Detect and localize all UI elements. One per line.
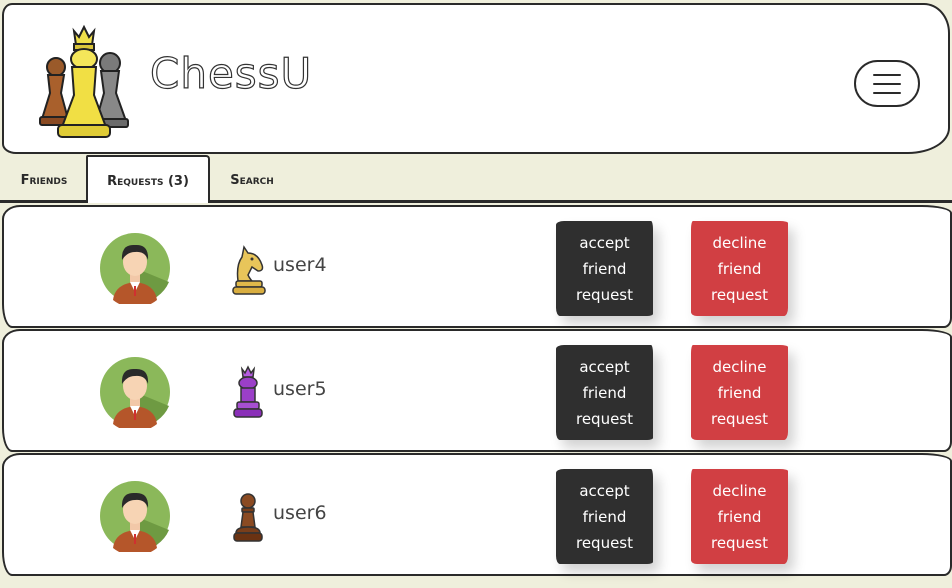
tab-friends[interactable]: Friends — [4, 155, 84, 203]
pawn-icon — [233, 493, 263, 542]
tab-requests[interactable]: Requests (3) — [86, 155, 210, 203]
knight-icon — [232, 245, 266, 295]
request-row: user6 accept friend request decline frie… — [2, 453, 952, 576]
app-header: ChessU — [2, 3, 950, 154]
tab-bar: Friends Requests (3) Search — [0, 155, 952, 203]
decline-friend-request-button[interactable]: decline friend request — [691, 221, 788, 316]
avatar — [100, 233, 170, 304]
accept-friend-request-button[interactable]: accept friend request — [556, 221, 653, 316]
username[interactable]: user5 — [273, 378, 327, 400]
chess-pieces-logo-icon — [39, 24, 129, 138]
username[interactable]: user6 — [273, 502, 327, 524]
hamburger-menu-button[interactable] — [854, 60, 920, 107]
app-title: ChessU — [149, 49, 313, 98]
decline-friend-request-button[interactable]: decline friend request — [691, 345, 788, 440]
tab-search[interactable]: Search — [212, 155, 292, 203]
request-row: user5 accept friend request decline frie… — [2, 329, 952, 452]
hamburger-menu-icon — [873, 73, 901, 76]
king-icon — [233, 365, 263, 418]
accept-friend-request-button[interactable]: accept friend request — [556, 469, 653, 564]
decline-friend-request-button[interactable]: decline friend request — [691, 469, 788, 564]
avatar — [100, 357, 170, 428]
request-row: user4 accept friend request decline frie… — [2, 205, 952, 328]
accept-friend-request-button[interactable]: accept friend request — [556, 345, 653, 440]
username[interactable]: user4 — [273, 254, 327, 276]
avatar — [100, 481, 170, 552]
